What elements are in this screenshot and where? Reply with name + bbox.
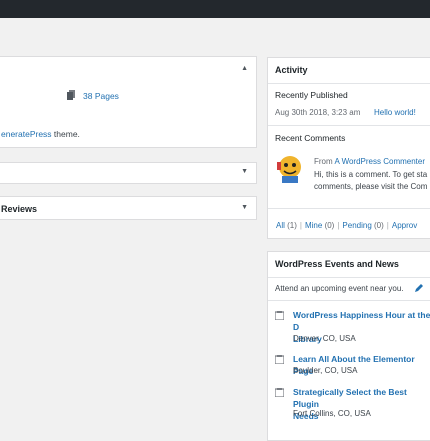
comment-filters: All (1) | Mine (0) | Pending (0) | Approv <box>276 221 418 230</box>
theme-text: eneratePress theme. <box>1 129 80 139</box>
recently-published-heading: Recently Published <box>275 90 348 100</box>
event-location: Denver, CO, USA <box>293 334 356 343</box>
comment-author-link[interactable]: A WordPress Commenter <box>334 157 425 166</box>
pages-icon <box>67 90 75 100</box>
divider <box>268 300 430 301</box>
avatar-icon <box>277 156 301 183</box>
collapsed-panel: ▼ <box>0 162 257 184</box>
divider <box>268 125 430 126</box>
recent-comments-heading: Recent Comments <box>275 133 346 143</box>
event-location: Boulder, CO, USA <box>293 366 358 375</box>
event-icon <box>275 355 284 364</box>
events-news-panel: WordPress Events and News Attend an upco… <box>267 251 430 441</box>
filter-approved-link[interactable]: Approv <box>392 221 417 230</box>
events-header: WordPress Events and News <box>268 252 430 278</box>
activity-title: Activity <box>275 65 308 75</box>
collapse-down-icon[interactable]: ▼ <box>241 168 248 175</box>
collapse-up-icon[interactable]: ▲ <box>241 65 248 72</box>
published-post-link[interactable]: Hello world! <box>374 108 416 117</box>
at-a-glance-panel: ▲ 38 Pages eneratePress theme. <box>0 56 257 148</box>
activity-panel: Activity Recently Published Aug 30th 201… <box>267 57 430 239</box>
event-icon <box>275 311 284 320</box>
reviews-panel-title: Reviews <box>1 204 38 214</box>
event-location: Fort Collins, CO, USA <box>293 409 371 418</box>
events-title: WordPress Events and News <box>275 259 399 269</box>
comment-excerpt: Hi, this is a comment. To get sta <box>314 170 428 179</box>
filter-pending-link[interactable]: Pending (0) <box>342 221 383 230</box>
event-icon <box>275 388 284 397</box>
pages-count-link[interactable]: 38 Pages <box>83 91 119 101</box>
activity-header: Activity <box>268 58 430 84</box>
published-date: Aug 30th 2018, 3:23 am <box>275 108 361 117</box>
divider <box>268 208 430 209</box>
collapse-down-icon[interactable]: ▼ <box>241 204 248 211</box>
comment-excerpt: comments, please visit the Com <box>314 182 428 191</box>
filter-mine-link[interactable]: Mine (0) <box>305 221 334 230</box>
theme-link[interactable]: eneratePress <box>1 129 52 139</box>
pencil-icon[interactable] <box>414 283 424 293</box>
comment-meta: From A WordPress Commenter <box>314 157 425 166</box>
admin-bar <box>0 0 430 18</box>
filter-all-link[interactable]: All (1) <box>276 221 297 230</box>
events-intro: Attend an upcoming event near you. <box>275 284 404 293</box>
reviews-panel: Reviews ▼ <box>0 196 257 220</box>
